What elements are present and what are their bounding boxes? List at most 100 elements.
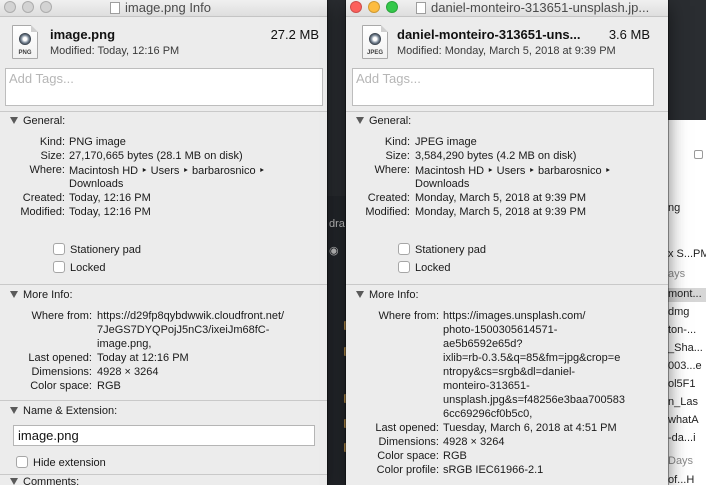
preview-lens-icon <box>19 33 31 45</box>
divider <box>0 400 327 401</box>
where-from-line: ae5b6592e65d? <box>443 338 523 350</box>
locked-label: Locked <box>415 262 451 274</box>
more-info-section-toggle[interactable]: More Info: <box>356 289 419 301</box>
name-extension-section-toggle[interactable]: Name & Extension: <box>10 405 117 417</box>
hide-extension-label: Hide extension <box>33 457 106 469</box>
stationery-pad-checkbox[interactable]: Stationery pad <box>53 243 141 256</box>
where-from-line: ixlib=rb-0.3.5&q=85&fm=jpg&crop=e <box>443 352 621 364</box>
list-item: Days <box>668 455 694 467</box>
checkbox-box[interactable] <box>398 243 410 255</box>
list-item[interactable]: _Sha... <box>668 342 706 356</box>
kind-label: Kind: <box>39 136 65 148</box>
modified-value: Monday, March 5, 2018 at 9:39 PM <box>415 206 586 218</box>
more-info-section-label: More Info: <box>369 289 419 301</box>
minimize-button[interactable] <box>22 1 34 13</box>
stationery-pad-label: Stationery pad <box>70 244 141 256</box>
list-item[interactable]: ton-... <box>668 324 706 338</box>
list-item[interactable]: ng <box>668 202 706 216</box>
divider <box>0 111 327 112</box>
list-item[interactable]: 003...e <box>668 360 706 374</box>
divider <box>0 284 327 285</box>
comments-section-toggle[interactable]: Comments: <box>10 476 79 485</box>
where-from-line: 6cc69296cf0b5c0, <box>443 408 533 420</box>
modified-summary: Modified: Today, 12:16 PM <box>50 45 180 57</box>
list-item[interactable]: mont... <box>668 288 706 302</box>
checkbox-box[interactable] <box>16 456 28 468</box>
file-header: JPEG daniel-monteiro-313651-uns... 3.6 M… <box>346 17 668 67</box>
divider <box>346 284 668 285</box>
window-controls <box>350 1 404 16</box>
tags-field[interactable]: Add Tags... <box>5 68 323 106</box>
file-name: daniel-monteiro-313651-uns... <box>397 27 581 42</box>
color-space-value: RGB <box>443 450 467 462</box>
zoom-button[interactable] <box>386 1 398 13</box>
modified-value: Today, 12:16 PM <box>69 206 151 218</box>
png-file-icon: PNG <box>12 25 38 59</box>
where-from-line: ntropy&cs=srgb&dl=daniel- <box>443 366 576 378</box>
checkbox-box[interactable] <box>53 243 65 255</box>
minimize-button[interactable] <box>368 1 380 13</box>
list-item[interactable]: of...H <box>668 474 706 485</box>
color-space-label: Color space: <box>30 380 92 392</box>
where-from-line: https://images.unsplash.com/ <box>443 310 586 322</box>
last-opened-value: Today at 12:16 PM <box>97 352 189 364</box>
last-opened-value: Tuesday, March 6, 2018 at 4:51 PM <box>443 422 617 434</box>
dimensions-label: Dimensions: <box>31 366 92 378</box>
last-opened-label: Last opened: <box>375 422 439 434</box>
list-item[interactable]: whatA <box>668 414 706 428</box>
close-button[interactable] <box>4 1 16 13</box>
background-editor-panel: dra ◉ <box>326 196 350 485</box>
where-label: Where: <box>29 164 65 176</box>
tags-field[interactable]: Add Tags... <box>352 68 654 106</box>
more-info-section-toggle[interactable]: More Info: <box>10 289 73 301</box>
created-label: Created: <box>367 192 410 204</box>
locked-checkbox[interactable]: Locked <box>53 261 105 274</box>
preview-lens-icon <box>369 33 381 45</box>
list-item[interactable]: ol5F1 <box>668 378 706 392</box>
checkbox-box[interactable] <box>398 261 410 273</box>
file-size: 27.2 MB <box>270 27 319 42</box>
list-item[interactable]: -da...i <box>668 432 706 446</box>
where-value: Macintosh HD ‣ Users ‣ barbarosnico ‣ <box>415 165 612 177</box>
where-from-line: monteiro-313651- <box>443 380 530 392</box>
hide-extension-checkbox[interactable]: Hide extension <box>16 456 106 469</box>
size-label: Size: <box>385 150 410 162</box>
general-section-label: General: <box>23 115 66 127</box>
locked-checkbox[interactable]: Locked <box>398 261 450 274</box>
zoom-button[interactable] <box>40 1 52 13</box>
general-section-toggle[interactable]: General: <box>10 115 65 127</box>
color-space-label: Color space: <box>377 450 439 462</box>
size-label: Size: <box>40 150 65 162</box>
list-item: ays <box>668 268 686 280</box>
file-icon-ext: PNG <box>18 50 32 56</box>
checkbox-box[interactable] <box>53 261 65 273</box>
stationery-pad-checkbox[interactable]: Stationery pad <box>398 243 486 256</box>
document-icon <box>416 2 426 14</box>
title-bar[interactable]: daniel-monteiro-313651-unsplash.jp... <box>346 0 668 17</box>
dimensions-value: 4928 × 3264 <box>97 366 159 378</box>
where-value-cont: Downloads <box>415 178 470 190</box>
list-item[interactable]: x S...PM <box>668 248 706 262</box>
created-value: Today, 12:16 PM <box>69 192 151 204</box>
dimensions-value: 4928 × 3264 <box>443 436 505 448</box>
where-from-line: https://d29fp8qybdwwik.cloudfront.net/ <box>97 310 285 322</box>
divider <box>346 111 668 112</box>
list-item[interactable]: n_Las <box>668 396 706 410</box>
created-value: Monday, March 5, 2018 at 9:39 PM <box>415 192 586 204</box>
list-item[interactable]: dmg <box>668 306 706 320</box>
created-label: Created: <box>22 192 65 204</box>
color-profile-value: sRGB IEC61966-2.1 <box>443 464 544 476</box>
kind-label: Kind: <box>384 136 410 148</box>
title-bar[interactable]: image.png Info <box>0 0 327 17</box>
name-extension-section-label: Name & Extension: <box>23 405 118 417</box>
editor-label: dra <box>329 218 345 230</box>
close-button[interactable] <box>350 1 362 13</box>
file-name: image.png <box>50 27 116 42</box>
disclosure-triangle-icon <box>356 291 364 298</box>
general-section-toggle[interactable]: General: <box>356 115 411 127</box>
divider <box>0 474 327 475</box>
file-name-input[interactable] <box>13 425 315 446</box>
window-title: image.png Info <box>110 0 211 16</box>
where-from-label: Where from: <box>31 310 92 322</box>
size-value: 3,584,290 bytes (4.2 MB on disk) <box>415 150 577 162</box>
